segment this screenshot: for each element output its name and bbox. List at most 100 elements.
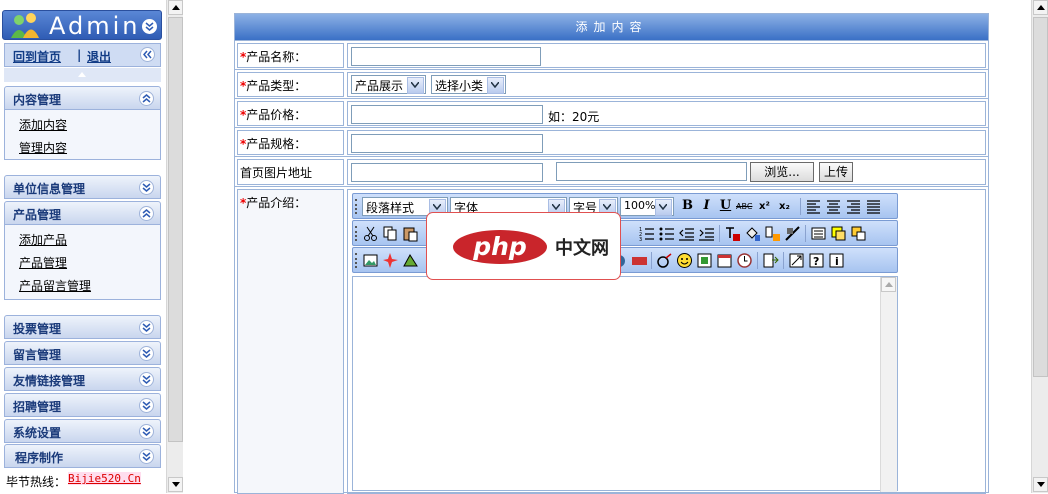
expand-icon[interactable] (139, 449, 154, 464)
image-address-label: 首页图片地址 (240, 166, 313, 180)
section-header-content[interactable]: 内容管理 (4, 86, 161, 110)
collapse-left-icon[interactable] (140, 47, 155, 62)
text-color-icon[interactable] (724, 225, 741, 242)
insert-media-icon[interactable] (402, 252, 419, 269)
left-scrollbar[interactable] (166, 0, 183, 493)
insert-box-icon[interactable] (810, 225, 827, 242)
layer-icon[interactable] (850, 225, 867, 242)
zoom-select[interactable]: 100% (620, 197, 674, 216)
image-address-input[interactable] (351, 163, 543, 182)
section-header-unit-info[interactable]: 单位信息管理 (4, 175, 161, 199)
align-right-icon[interactable] (845, 198, 862, 215)
subtype-select[interactable]: 选择小类 (431, 75, 506, 94)
svg-text:?: ? (813, 255, 819, 268)
scroll-thumb[interactable] (168, 17, 183, 442)
product-price-input[interactable] (351, 105, 543, 124)
menu-item-manage-products[interactable]: 产品管理 (19, 254, 67, 271)
editor-scrollbar[interactable] (880, 277, 897, 492)
product-type-select[interactable]: 产品展示 (351, 75, 426, 94)
menu-item-product-messages[interactable]: 产品留言管理 (19, 277, 91, 294)
menu-item-add-content[interactable]: 添加内容 (19, 116, 67, 133)
home-nav-bar: 回到首页 | 退出 (4, 43, 161, 67)
collapse-menu-icon[interactable] (142, 19, 157, 34)
insert-time-icon[interactable] (736, 252, 753, 269)
align-justify-icon[interactable] (865, 198, 882, 215)
section-header-products[interactable]: 产品管理 (4, 201, 161, 225)
expand-icon[interactable] (139, 180, 154, 195)
help-icon[interactable]: ? (808, 252, 825, 269)
upload-button[interactable]: 上传 (819, 162, 853, 182)
insert-flash-icon[interactable] (382, 252, 399, 269)
background-color-icon[interactable] (764, 225, 781, 242)
outdent-icon[interactable] (678, 225, 695, 242)
menu-item-add-product[interactable]: 添加产品 (19, 231, 67, 248)
product-name-input[interactable] (351, 47, 541, 66)
menu-item-manage-content[interactable]: 管理内容 (19, 139, 67, 156)
hotline-link[interactable]: Bijie520.Cn (68, 472, 141, 485)
scroll-down-icon[interactable] (168, 477, 183, 492)
chevron-down-icon[interactable] (407, 77, 424, 94)
collapse-icon[interactable] (139, 206, 154, 221)
indent-icon[interactable] (698, 225, 715, 242)
product-spec-input[interactable] (351, 134, 543, 153)
about-icon[interactable]: i (828, 252, 845, 269)
subscript-icon[interactable]: x₂ (779, 198, 796, 215)
paste-icon[interactable] (402, 225, 419, 242)
browse-button[interactable]: 浏览... (750, 162, 814, 182)
scroll-up-icon[interactable] (881, 277, 896, 292)
section-header-links[interactable]: 友情链接管理 (4, 367, 161, 391)
insert-image-icon[interactable] (362, 252, 379, 269)
remove-format-icon[interactable] (784, 225, 801, 242)
align-center-icon[interactable] (825, 198, 842, 215)
scroll-down-icon[interactable] (1033, 477, 1048, 492)
up-arrow-icon[interactable] (78, 72, 86, 77)
scroll-thumb[interactable] (1033, 17, 1048, 377)
section-header-messages[interactable]: 留言管理 (4, 341, 161, 365)
insert-page-break-icon[interactable] (762, 252, 779, 269)
expand-icon[interactable] (139, 398, 154, 413)
insert-symbol-icon[interactable] (656, 252, 673, 269)
ordered-list-icon[interactable]: 123 (638, 225, 655, 242)
insert-date-icon[interactable] (716, 252, 733, 269)
expand-icon[interactable] (139, 372, 154, 387)
cut-icon[interactable] (362, 225, 379, 242)
row-product-spec: *产品规格： (235, 127, 988, 156)
unordered-list-icon[interactable] (658, 225, 675, 242)
toolbar-grip[interactable] (355, 199, 359, 214)
align-left-icon[interactable] (805, 198, 822, 215)
expand-icon[interactable] (139, 346, 154, 361)
note-icon[interactable] (830, 225, 847, 242)
editor-content-area[interactable] (352, 276, 898, 492)
file-path-input[interactable] (556, 162, 747, 181)
logout-link[interactable]: 退出 (87, 48, 111, 65)
collapse-icon[interactable] (139, 91, 154, 106)
copy-icon[interactable] (382, 225, 399, 242)
label-cell: *产品名称： (237, 43, 344, 68)
scroll-up-icon[interactable] (168, 0, 183, 15)
fullscreen-icon[interactable] (788, 252, 805, 269)
italic-icon[interactable]: I (698, 198, 715, 215)
toolbar-separator (719, 225, 720, 242)
scroll-up-icon[interactable] (1033, 0, 1048, 15)
section-header-settings[interactable]: 系统设置 (4, 419, 161, 443)
section-header-credits[interactable]: 程序制作 (4, 444, 161, 468)
strikethrough-icon[interactable]: ABC (736, 198, 756, 215)
page-scrollbar[interactable] (1031, 0, 1048, 493)
chevron-down-icon[interactable] (655, 199, 672, 216)
expand-icon[interactable] (139, 320, 154, 335)
section-header-votes[interactable]: 投票管理 (4, 315, 161, 339)
fill-color-icon[interactable] (744, 225, 761, 242)
expand-icon[interactable] (139, 424, 154, 439)
insert-excel-icon[interactable] (696, 252, 713, 269)
underline-icon[interactable]: U (717, 198, 734, 215)
insert-marquee-icon[interactable] (631, 252, 648, 269)
emoticon-icon[interactable] (676, 252, 693, 269)
section-header-jobs[interactable]: 招聘管理 (4, 393, 161, 417)
toolbar-grip[interactable] (355, 253, 359, 268)
bold-icon[interactable]: B (679, 198, 696, 215)
chevron-down-icon[interactable] (487, 77, 504, 94)
product-price-label: 产品价格： (246, 108, 307, 122)
toolbar-grip[interactable] (355, 226, 359, 241)
home-link[interactable]: 回到首页 (13, 48, 61, 65)
superscript-icon[interactable]: x² (759, 198, 776, 215)
